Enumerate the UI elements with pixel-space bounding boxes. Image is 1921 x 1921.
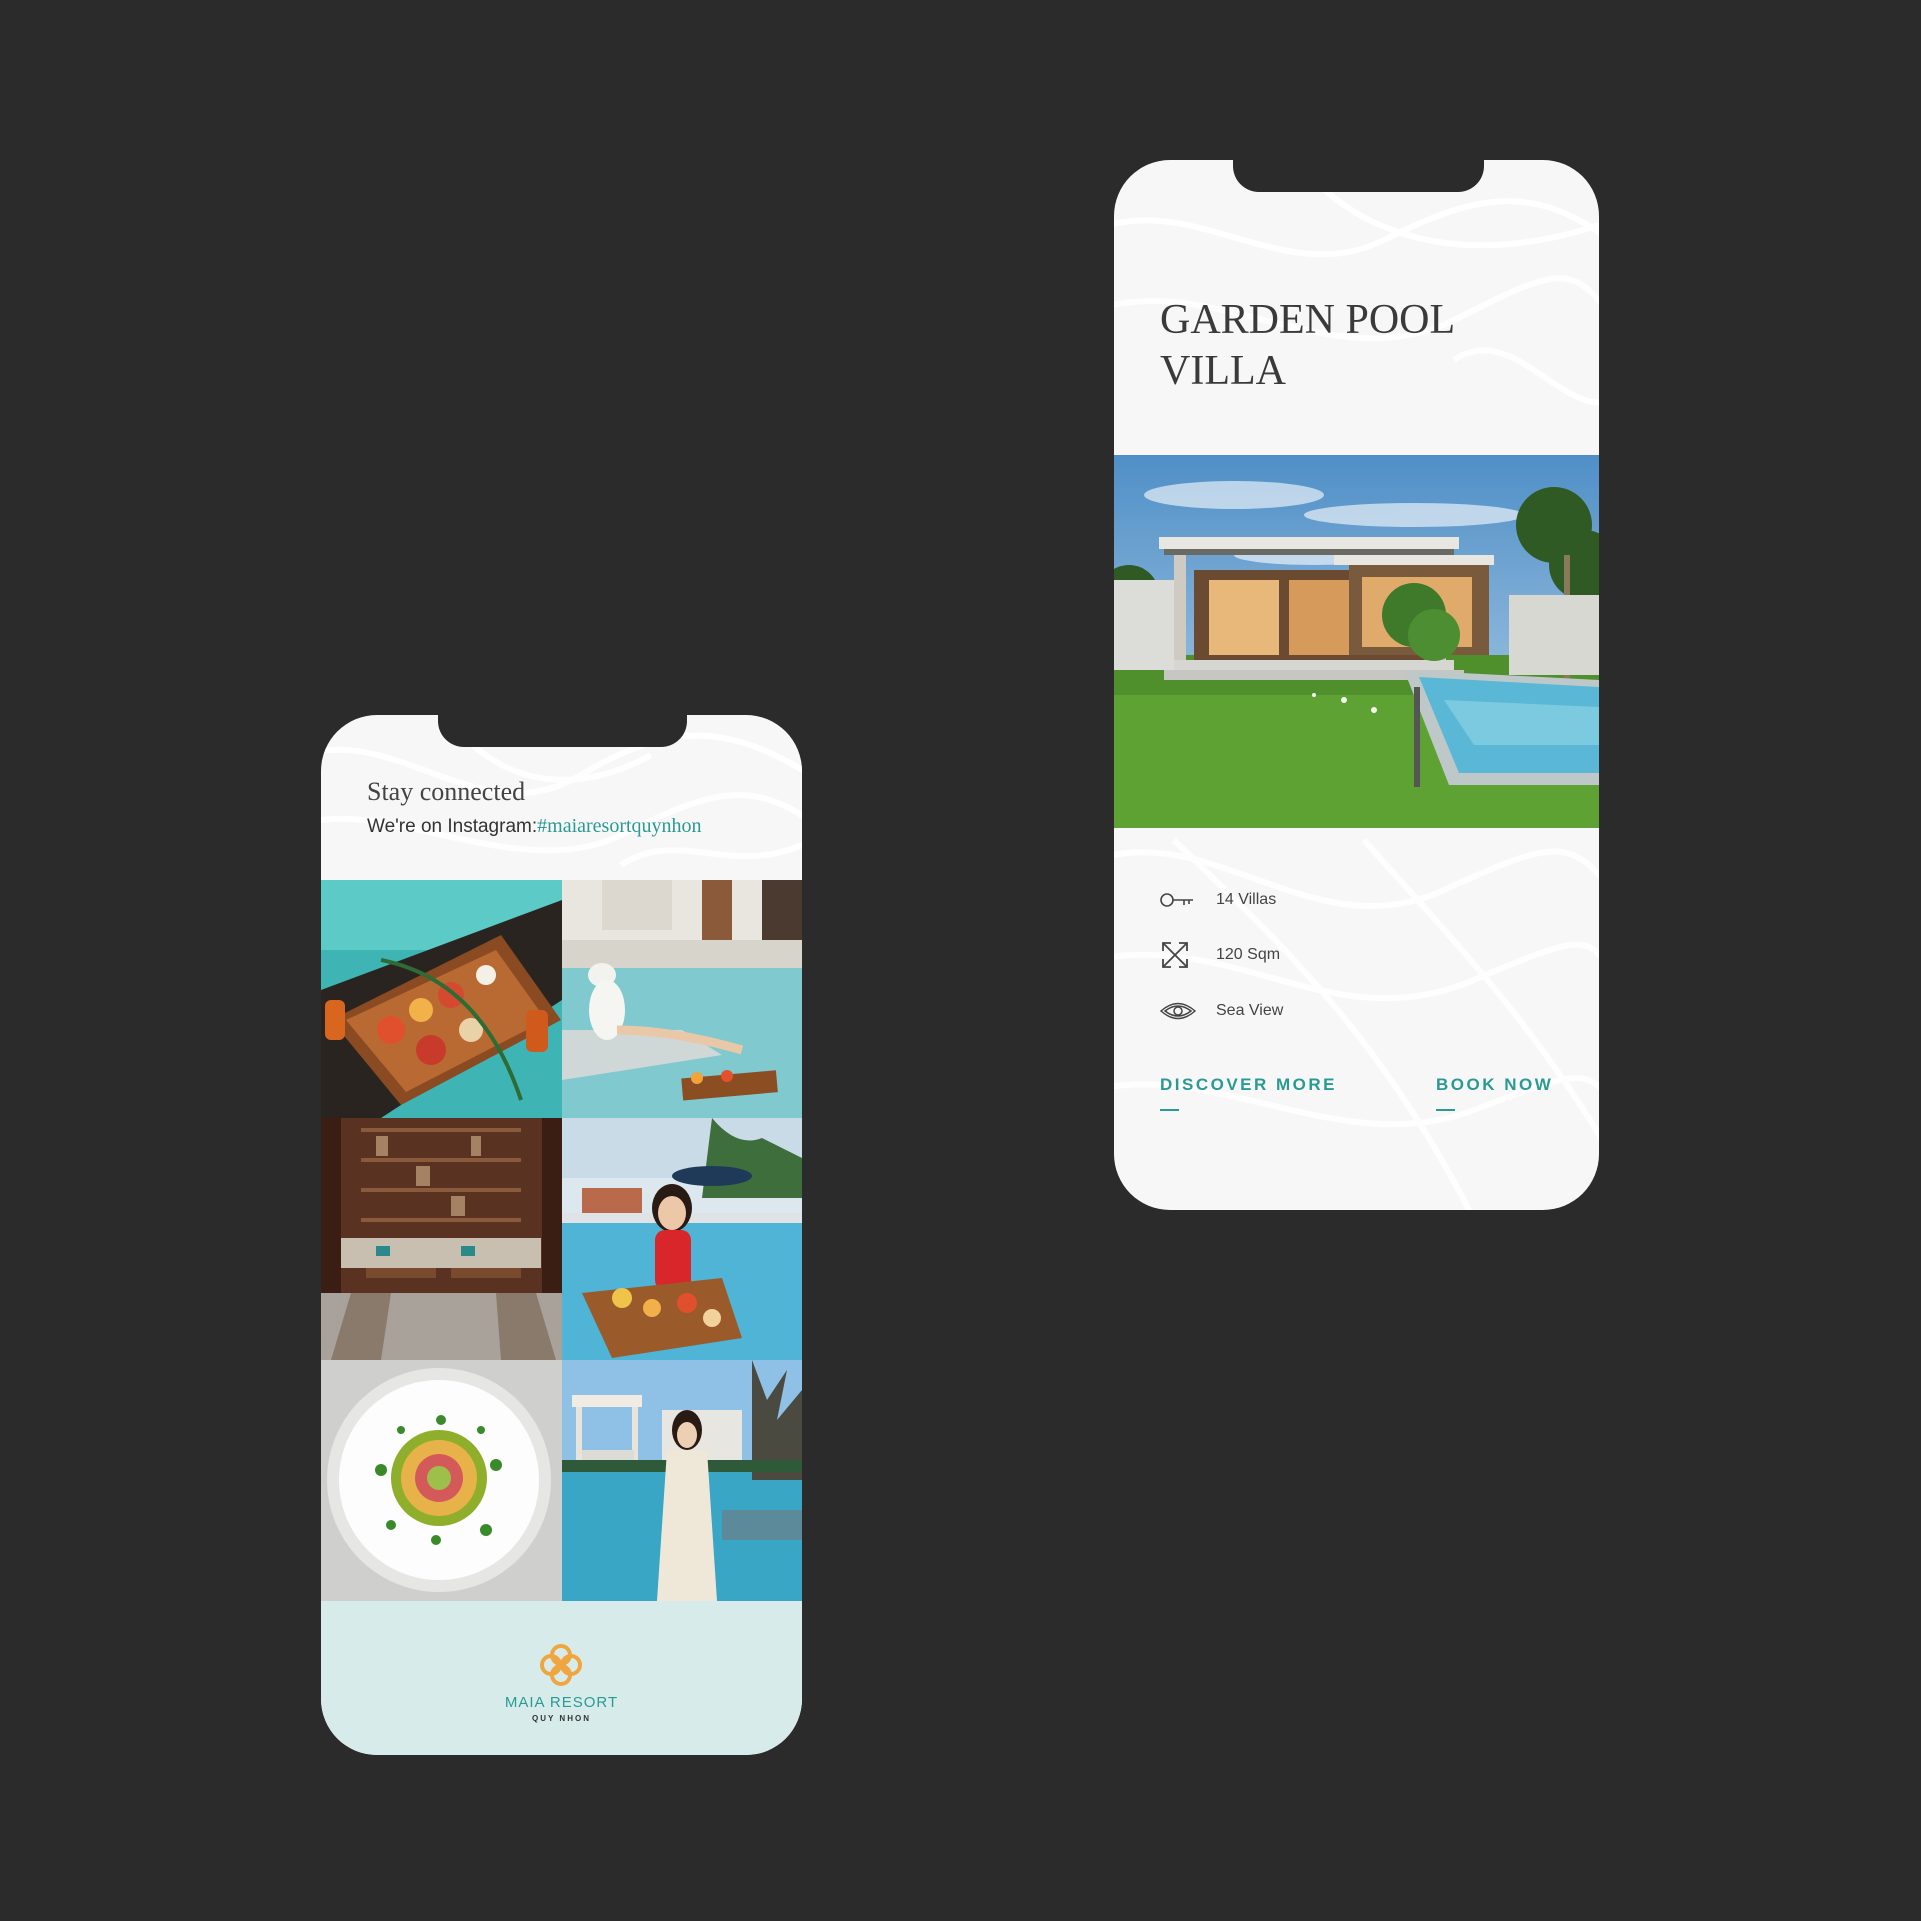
villa-detail-screen: GARDEN POOL VILLA 14 Villas 120 Sqm Sea … [1114, 160, 1599, 1210]
breakfast-tray-photo[interactable] [321, 880, 562, 1118]
brand-footer: MAIA RESORT QUY NHON [321, 1601, 802, 1755]
instagram-screen: Stay connected We're on Instagram:#maiar… [321, 715, 802, 1755]
brand-name: MAIA RESORT [504, 1694, 619, 1711]
feature-view-label: Sea View [1216, 1002, 1284, 1019]
restaurant-interior-photo[interactable] [321, 1118, 562, 1360]
instagram-photo-grid [321, 880, 802, 1601]
discover-more-link[interactable]: DISCOVER MORE [1160, 1075, 1337, 1095]
stay-connected-heading: Stay connected [367, 777, 526, 806]
villa-title-line2: VILLA [1160, 348, 1286, 394]
phone-notch [1233, 160, 1484, 192]
villa-title-line1: GARDEN POOL [1160, 297, 1456, 343]
instagram-prefix: We're on Instagram: [367, 816, 538, 837]
instagram-line: We're on Instagram:#maiaresortquynhon [367, 815, 702, 838]
brand-location: QUY NHON [532, 1714, 591, 1723]
key-icon [1160, 885, 1196, 915]
discover-more-underline [1160, 1109, 1179, 1111]
instagram-hashtag-link[interactable]: #maiaresortquynhon [537, 815, 701, 837]
feature-size: 120 Sqm [1160, 940, 1280, 970]
maia-flower-logo-icon [540, 1644, 582, 1686]
villa-title: GARDEN POOL VILLA [1160, 295, 1560, 397]
expand-arrows-icon [1160, 940, 1196, 970]
plated-dish-photo[interactable] [321, 1360, 562, 1601]
eye-icon [1160, 996, 1196, 1026]
feature-villas: 14 Villas [1160, 885, 1276, 915]
phone-notch [438, 715, 687, 747]
villa-hero-photo [1114, 455, 1599, 828]
feature-view: Sea View [1160, 996, 1283, 1026]
feature-villas-label: 14 Villas [1216, 891, 1277, 908]
woman-floating-breakfast-photo[interactable] [562, 1118, 802, 1360]
book-now-underline [1436, 1109, 1455, 1111]
woman-cabana-photo[interactable] [562, 1360, 802, 1601]
woman-pool-lounging-photo[interactable] [562, 880, 802, 1118]
feature-size-label: 120 Sqm [1216, 946, 1281, 963]
book-now-link[interactable]: BOOK NOW [1436, 1075, 1553, 1095]
